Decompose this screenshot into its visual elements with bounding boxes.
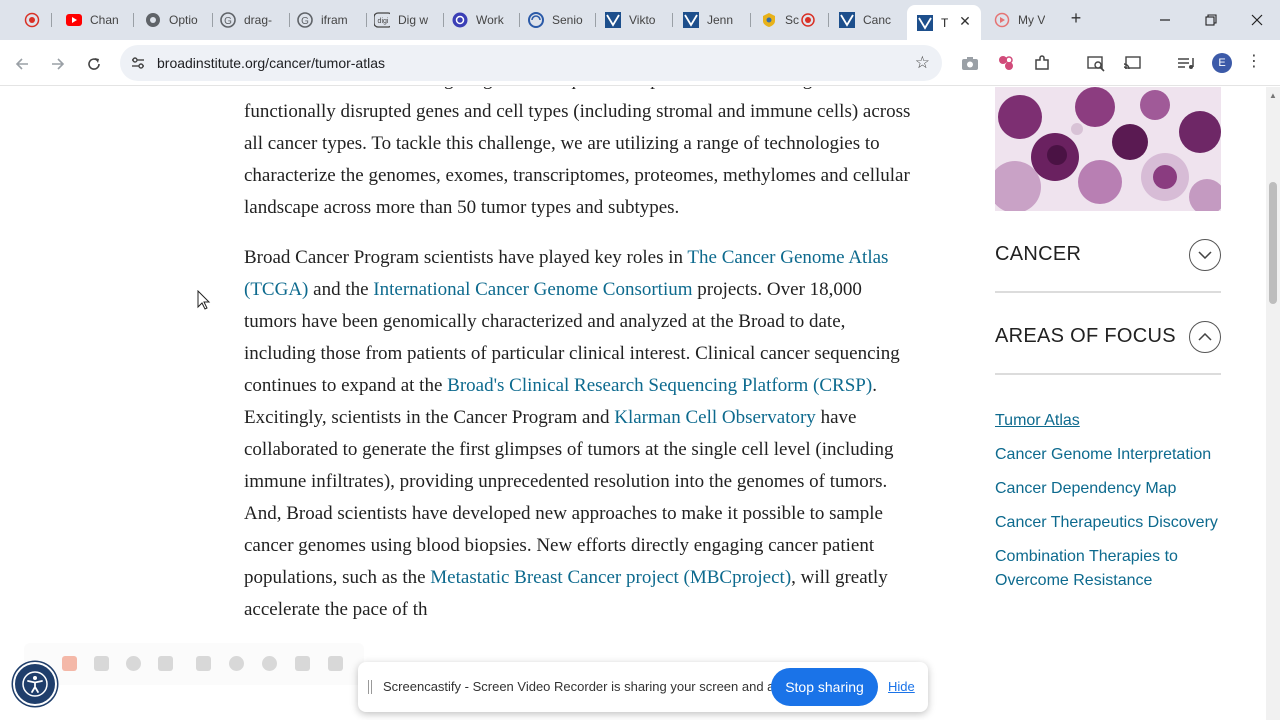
focus-link-therapeutics-discovery[interactable]: Cancer Therapeutics Discovery [995,511,1221,535]
restart-icon[interactable] [126,656,141,671]
tab-13[interactable]: My V [984,5,1062,35]
tab-search-icon[interactable] [1086,53,1106,73]
screen-share-bar: Screencastify - Screen Video Recorder is… [358,662,928,712]
globe-icon [145,12,161,28]
zoom-icon[interactable] [262,656,277,671]
drag-handle-icon[interactable] [368,680,372,694]
forward-button[interactable] [46,52,70,76]
close-tab-icon[interactable]: ✕ [957,13,973,30]
address-bar[interactable]: broadinstitute.org/cancer/tumor-atlas ☆ [120,45,942,81]
work-icon [452,12,468,28]
scroll-up-icon[interactable]: ▲ [1269,91,1277,100]
pause-icon[interactable] [94,656,109,671]
delete-icon[interactable] [158,656,173,671]
article-paragraph-2: Broad Cancer Program scientists have pla… [244,247,900,620]
tab-6[interactable]: Work [442,5,520,35]
tab-1[interactable]: Chan [56,5,134,35]
tab-7[interactable]: Senio [518,5,596,35]
page-scrollbar[interactable]: ▲ [1266,87,1280,720]
scrollbar-thumb[interactable] [1269,182,1277,304]
link-mbcproject[interactable]: Metastatic Breast Cancer project (MBCpro… [430,567,791,588]
accordion-areas-label: AREAS OF FOCUS [995,325,1176,347]
new-tab-button[interactable]: + [1066,8,1086,29]
recording-indicator-icon [801,13,815,32]
tab-2[interactable]: Optio [135,5,213,35]
article-body: molecular mechanisms. Fighting cancer re… [244,87,914,644]
tab-8[interactable]: Vikto [595,5,673,35]
link-icgc[interactable]: International Cancer Genome Consortium [373,279,692,300]
spotlight-icon[interactable] [229,656,244,671]
focus-link-genome-interpretation[interactable]: Cancer Genome Interpretation [995,443,1221,467]
reload-button[interactable] [82,52,106,76]
tab-9[interactable]: Jenn [673,5,751,35]
google-icon: G [297,12,313,28]
tab-11[interactable]: Canc [829,5,907,35]
cast-icon[interactable] [1122,53,1142,73]
svg-text:G: G [301,16,309,27]
accessibility-button[interactable] [13,662,57,706]
cursor-tool-icon[interactable] [196,656,211,671]
cell-microscopy-image [995,87,1221,211]
youtube-icon [66,12,82,28]
svg-text:G: G [224,16,232,27]
accordion-areas-of-focus[interactable]: AREAS OF FOCUS [995,293,1221,375]
sidebar: CANCER AREAS OF FOCUS Tumor Atlas Cancer… [995,87,1221,603]
site-info-icon[interactable] [130,55,146,71]
focus-link-dependency-map[interactable]: Cancer Dependency Map [995,477,1221,501]
focus-link-combination-therapies[interactable]: Combination Therapies to Overcome Resist… [995,545,1221,593]
camera-icon[interactable] [960,53,980,73]
puzzle-icon[interactable] [1032,53,1052,73]
digi-icon: digi [374,12,390,28]
back-button[interactable] [10,52,34,76]
url-text[interactable]: broadinstitute.org/cancer/tumor-atlas [157,55,385,71]
mouse-cursor-icon [197,289,211,315]
seniority-icon [528,12,544,28]
tab-10[interactable]: Sc [751,5,829,35]
accordion-cancer-label: CANCER [995,243,1082,265]
restore-button[interactable] [1197,7,1225,33]
page-viewport: molecular mechanisms. Fighting cancer re… [0,87,1266,720]
stop-sharing-button[interactable]: Stop sharing [771,668,878,706]
bookmark-star-icon[interactable]: ☆ [915,53,930,73]
media-controls-icon[interactable] [1176,53,1196,73]
share-message: Screencastify - Screen Video Recorder is… [383,679,803,694]
tab-4[interactable]: G ifram [287,5,367,35]
recorder-controls [24,643,364,685]
extension-icon[interactable] [996,53,1016,73]
eraser-icon[interactable] [328,656,343,671]
link-crsp[interactable]: Broad's Clinical Research Sequencing Pla… [447,375,872,396]
tab-5[interactable]: digi Dig w [364,5,444,35]
accordion-cancer[interactable]: CANCER [995,211,1221,293]
record-icon [24,12,40,28]
focus-links-list: Tumor Atlas Cancer Genome Interpretation… [995,409,1221,593]
broad-icon [839,12,855,28]
pen-icon[interactable] [295,656,310,671]
focus-link-tumor-atlas[interactable]: Tumor Atlas [995,409,1221,433]
minimize-button[interactable] [1151,7,1179,33]
close-window-button[interactable] [1243,7,1271,33]
shield-icon [761,12,777,28]
browser-menu-icon[interactable]: ⋮ [1246,52,1262,72]
video-icon [994,12,1010,28]
tab-strip: Chan Optio G drag- G ifram digi Dig w Wo… [0,0,1280,40]
hide-share-bar-link[interactable]: Hide [888,679,915,694]
tab-3[interactable]: G drag- [210,5,290,35]
tab-recorder[interactable] [14,5,52,35]
chevron-up-icon[interactable] [1189,321,1221,353]
browser-toolbar: broadinstitute.org/cancer/tumor-atlas ☆ … [0,40,1280,86]
profile-avatar[interactable]: E [1212,53,1232,73]
broad-icon [605,12,621,28]
chevron-down-icon[interactable] [1189,239,1221,271]
tab-active[interactable]: T ✕ [907,5,981,40]
article-paragraph-1: molecular mechanisms. Fighting cancer re… [244,87,911,218]
link-klarman[interactable]: Klarman Cell Observatory [614,407,816,428]
svg-text:digi: digi [378,18,389,25]
broad-icon [917,14,933,31]
stop-record-icon[interactable] [62,656,77,671]
broad-icon [683,12,699,28]
google-icon: G [220,12,236,28]
